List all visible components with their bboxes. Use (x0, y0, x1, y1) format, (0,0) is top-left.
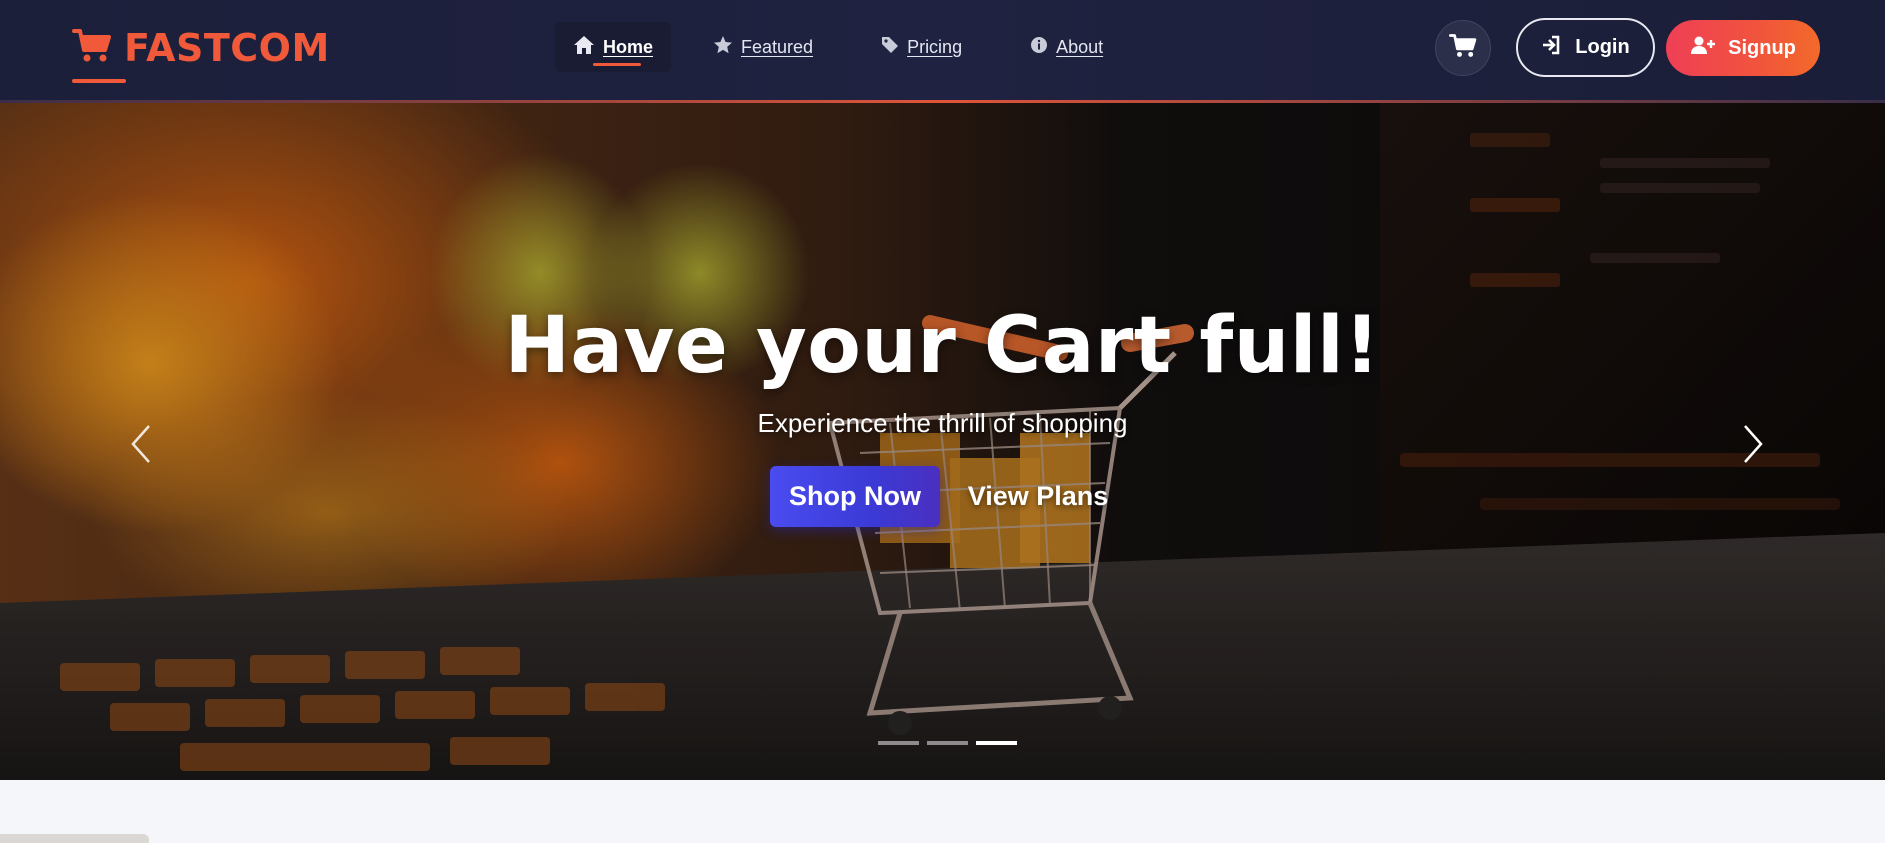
nav-item-label: About (1056, 36, 1104, 57)
section-card-edge (0, 834, 149, 843)
carousel-prev-button[interactable] (111, 416, 171, 476)
signup-button[interactable]: Signup (1666, 20, 1820, 76)
star-icon (713, 35, 733, 60)
hero-content: Have your Cart full! Experience the thri… (0, 103, 1885, 780)
nav-item-pricing[interactable]: Pricing (863, 22, 980, 72)
view-plans-button[interactable]: View Plans (958, 466, 1118, 527)
hero-subtitle: Experience the thrill of shopping (757, 408, 1128, 438)
carousel-indicators (878, 741, 1017, 745)
shop-now-button[interactable]: Shop Now (770, 466, 940, 527)
cart-button[interactable] (1435, 20, 1491, 76)
chevron-left-icon (129, 424, 153, 469)
carousel-indicator-3[interactable] (976, 741, 1017, 745)
nav-item-label: Pricing (907, 36, 963, 57)
shopping-cart-icon (72, 28, 112, 69)
user-plus-icon (1690, 35, 1716, 61)
sign-in-icon (1541, 35, 1561, 61)
hero-title: Have your Cart full! (504, 301, 1381, 391)
top-navbar: FASTCOM Home Featured Pricing About Logi… (0, 0, 1885, 103)
hero-carousel: Have your Cart full! Experience the thri… (0, 103, 1885, 780)
chevron-right-icon (1741, 424, 1765, 469)
info-circle-icon (1030, 36, 1048, 59)
nav-item-label: Featured (741, 36, 814, 57)
nav-item-about[interactable]: About (1012, 22, 1121, 72)
home-icon (573, 35, 595, 60)
next-section (0, 780, 1885, 843)
carousel-indicator-1[interactable] (878, 741, 919, 745)
shopping-cart-icon (1449, 33, 1477, 64)
signup-label: Signup (1728, 36, 1796, 59)
carousel-next-button[interactable] (1723, 416, 1783, 476)
carousel-indicator-2[interactable] (927, 741, 968, 745)
login-label: Login (1575, 36, 1630, 58)
main-nav: Home Featured Pricing About (555, 22, 1153, 72)
brand-underline (72, 79, 126, 83)
brand-logo[interactable]: FASTCOM (72, 26, 330, 70)
active-indicator (593, 63, 641, 66)
nav-item-home[interactable]: Home (555, 22, 672, 72)
tag-icon (881, 36, 899, 59)
login-button[interactable]: Login (1516, 18, 1655, 77)
nav-item-featured[interactable]: Featured (703, 22, 831, 72)
nav-item-label: Home (603, 36, 654, 57)
brand-name: FASTCOM (124, 26, 330, 70)
